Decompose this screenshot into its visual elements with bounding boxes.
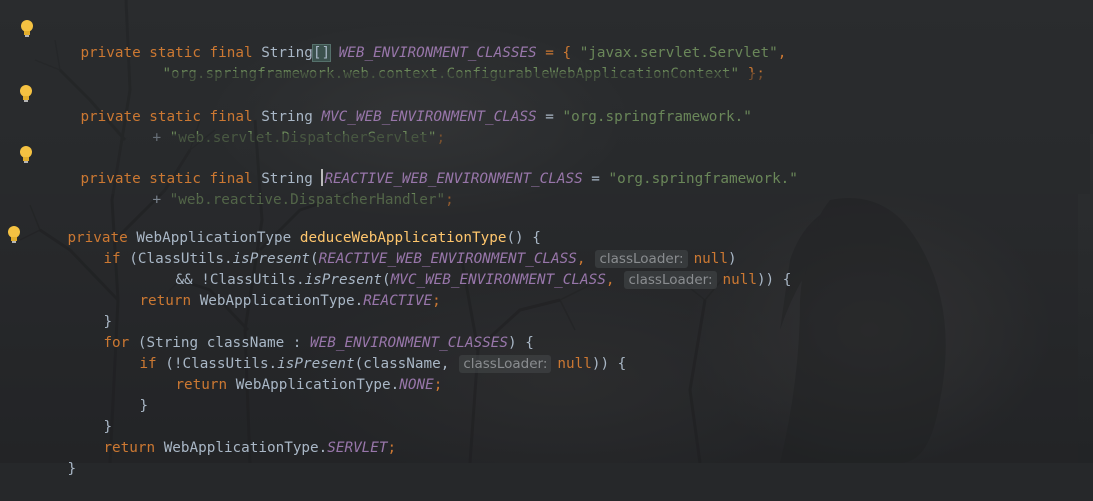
keyword-return: return [103,440,156,456]
paren-close: )) { [591,356,627,372]
lightbulb-icon[interactable] [18,84,34,104]
comma: , [605,272,615,288]
code-line[interactable]: "org.springframework.web.context.Configu… [128,43,765,82]
lightbulb-icon[interactable] [6,225,22,245]
code-line[interactable]: + "web.reactive.DispatcherHandler"; [118,169,453,208]
enum-constant: REACTIVE [363,293,433,309]
keyword-return: return [139,293,192,309]
code-line[interactable]: private static final String[] WEB_ENVIRO… [46,22,786,62]
enum-constant: NONE [399,377,434,393]
assignment: = [536,109,563,125]
code-line[interactable]: private static final String MVC_WEB_ENVI… [46,86,751,125]
code-line-return-none[interactable]: return WebApplicationType.NONE; [141,354,442,393]
assignment: = [582,171,609,187]
code-block-mvc-web-environment-class: private static final String MVC_WEB_ENVI… [0,72,1093,146]
paren-close: )) { [756,272,792,288]
code-line-return-servlet[interactable]: return WebApplicationType.SERVLET; [69,417,396,456]
code-line-if-mvc[interactable]: && !ClassUtils.isPresent(MVC_WEB_ENVIRON… [141,249,791,289]
code-line[interactable]: + "web.servlet.DispatcherServlet"; [118,107,445,146]
code-line-if-reactive[interactable]: if (ClassUtils.isPresent(REACTIVE_WEB_EN… [69,228,737,268]
lightbulb-icon[interactable] [18,145,34,165]
lightbulb-icon[interactable] [19,19,35,39]
enum-type: WebApplicationType. [227,377,400,393]
code-line-for[interactable]: for (String className : WEB_ENVIRONMENT_… [69,312,533,351]
code-line-method-signature[interactable]: private WebApplicationType deduceWebAppl… [33,207,540,246]
null-literal: null [557,356,592,372]
code-block-deduce-method: private WebApplicationType deduceWebAppl… [0,194,1078,477]
code-block-reactive-web-environment-class: private static final String REACTIVE_WEB… [0,134,1090,208]
comma: , [777,45,787,61]
close-brace: } [139,398,149,414]
code-line-close-brace[interactable]: } [69,396,112,435]
string-literal: "org.springframework." [562,109,752,125]
code-line-return-reactive[interactable]: return WebApplicationType.REACTIVE; [105,270,440,309]
enum-type: WebApplicationType. [191,293,364,309]
parameter-hint: classLoader: [624,271,717,289]
code-block-web-environment-classes: private static final String[] WEB_ENVIRO… [0,0,1093,82]
parameter-hint: classLoader: [459,355,552,373]
statement-end: ; [387,440,397,456]
statement-end: ; [432,293,441,309]
statement-end: ; [433,377,443,393]
code-line[interactable]: private static final String REACTIVE_WEB… [46,148,798,187]
code-line-if-class-present[interactable]: if (!ClassUtils.isPresent(className, clas… [105,333,626,373]
enum-constant: SERVLET [327,440,388,456]
code-line-close-brace[interactable]: } [69,291,112,330]
null-literal: null [722,272,757,288]
string-literal: "org.springframework." [608,171,798,187]
keyword-return: return [175,377,228,393]
enum-type: WebApplicationType. [155,440,328,456]
close-brace: } [67,461,77,477]
keyword-if: if [103,251,121,267]
code-line-close-brace[interactable]: } [105,375,148,414]
code-line-close-brace[interactable]: } [33,438,76,477]
